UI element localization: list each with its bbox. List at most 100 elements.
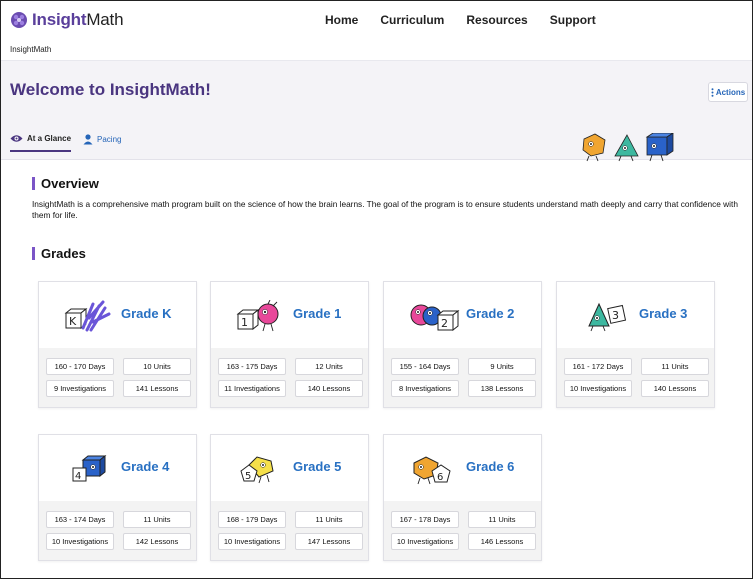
grade-name[interactable]: Grade 2 [466, 306, 514, 321]
grades-heading-text: Grades [41, 246, 86, 261]
heading-accent-bar [32, 177, 35, 190]
app-frame: InsightMath Home Curriculum Resources Su… [0, 0, 753, 579]
badge-text: K [69, 315, 77, 328]
card-header: 5 Grade 5 [211, 435, 368, 501]
badge-text: 4 [75, 471, 81, 482]
badge-text: 5 [245, 471, 251, 482]
tab-label: At a Glance [27, 134, 72, 143]
card-stats: 163 - 174 Days 11 Units 10 Investigation… [39, 501, 196, 560]
tab-pacing[interactable]: Pacing [83, 134, 121, 152]
grade-card-3[interactable]: 3 Grade 3 161 - 172 Days 11 Units 10 Inv… [556, 281, 715, 408]
investigations-pill: 10 Investigations [564, 380, 632, 397]
nav-home[interactable]: Home [325, 13, 358, 27]
grade-card-k[interactable]: K Grade K 160 - 170 Days 10 Units 9 Inve… [38, 281, 197, 408]
lessons-pill: 140 Lessons [641, 380, 709, 397]
page-header: Welcome to InsightMath! Actions At a Gla… [1, 61, 752, 162]
badge-text: 2 [441, 317, 448, 330]
badge-text: 3 [612, 309, 619, 322]
grade-name[interactable]: Grade 5 [293, 459, 341, 474]
investigations-pill: 11 Investigations [218, 380, 286, 397]
overview-heading: Overview [32, 176, 99, 191]
nav-resources[interactable]: Resources [466, 13, 527, 27]
heading-accent-bar [32, 247, 35, 260]
card-stats: 160 - 170 Days 10 Units 9 Investigations… [39, 348, 196, 407]
tab-at-a-glance[interactable]: At a Glance [10, 134, 72, 152]
eye-icon [10, 135, 23, 142]
units-pill: 9 Units [468, 358, 536, 375]
units-pill: 11 Units [123, 511, 191, 528]
investigations-pill: 10 Investigations [391, 533, 459, 550]
person-icon [83, 134, 93, 145]
card-stats: 168 - 179 Days 11 Units 10 Investigation… [211, 501, 368, 560]
grades-heading: Grades [32, 246, 86, 261]
badge-text: 6 [437, 472, 443, 483]
breadcrumb[interactable]: InsightMath [10, 45, 51, 54]
days-pill: 163 - 175 Days [218, 358, 286, 375]
grade-name[interactable]: Grade 3 [639, 306, 687, 321]
card-header: 2 Grade 2 [384, 282, 541, 348]
days-pill: 168 - 179 Days [218, 511, 286, 528]
card-header: 6 Grade 6 [384, 435, 541, 501]
grade-6-mascot-icon: 6 [413, 456, 451, 485]
grade-card-6[interactable]: 6 Grade 6 167 - 178 Days 11 Units 10 Inv… [383, 434, 542, 561]
actions-label: Actions [715, 87, 746, 97]
tab-label: Pacing [97, 135, 122, 144]
card-header: K Grade K [39, 282, 196, 348]
card-stats: 161 - 172 Days 11 Units 10 Investigation… [557, 348, 714, 407]
lessons-pill: 142 Lessons [123, 533, 191, 550]
grade-5-mascot-icon: 5 [240, 456, 274, 484]
grade-card-1[interactable]: 1 Grade 1 163 - 175 Days 12 Units 11 Inv… [210, 281, 369, 408]
tab-bar: At a Glance Pacing [10, 134, 121, 152]
brand-suffix: Math [86, 10, 124, 29]
units-pill: 11 Units [468, 511, 536, 528]
grade-4-mascot-icon: 4 [72, 454, 107, 482]
days-pill: 167 - 178 Days [391, 511, 459, 528]
logo-icon [11, 12, 27, 28]
actions-button[interactable]: Actions [708, 82, 748, 102]
days-pill: 160 - 170 Days [46, 358, 114, 375]
card-header: 1 Grade 1 [211, 282, 368, 348]
grade-3-mascot-icon: 3 [588, 302, 627, 332]
units-pill: 11 Units [641, 358, 709, 375]
investigations-pill: 10 Investigations [218, 533, 286, 550]
days-pill: 161 - 172 Days [564, 358, 632, 375]
days-pill: 163 - 174 Days [46, 511, 114, 528]
investigations-pill: 9 Investigations [46, 380, 114, 397]
card-stats: 163 - 175 Days 12 Units 11 Investigation… [211, 348, 368, 407]
mascot-illustration [582, 133, 674, 162]
units-pill: 12 Units [295, 358, 363, 375]
card-stats: 155 - 164 Days 9 Units 8 Investigations … [384, 348, 541, 407]
page-title: Welcome to InsightMath! [10, 80, 211, 99]
nav-support[interactable]: Support [550, 13, 596, 27]
grade-1-mascot-icon: 1 [236, 300, 279, 332]
units-pill: 10 Units [123, 358, 191, 375]
grade-card-4[interactable]: 4 Grade 4 163 - 174 Days 11 Units 10 Inv… [38, 434, 197, 561]
card-header: 4 Grade 4 [39, 435, 196, 501]
card-stats: 167 - 178 Days 11 Units 10 Investigation… [384, 501, 541, 560]
lessons-pill: 147 Lessons [295, 533, 363, 550]
grade-card-5[interactable]: 5 Grade 5 168 - 179 Days 11 Units 10 Inv… [210, 434, 369, 561]
grade-2-mascot-icon: 2 [410, 304, 460, 332]
kebab-icon [711, 87, 714, 97]
grade-name[interactable]: Grade 6 [466, 459, 514, 474]
brand-prefix: Insight [32, 10, 87, 29]
breadcrumb-bar [1, 38, 752, 61]
grade-name[interactable]: Grade K [121, 306, 172, 321]
badge-text: 1 [241, 316, 248, 329]
main-nav: Home Curriculum Resources Support [325, 13, 618, 27]
grade-k-mascot-icon: K [64, 300, 111, 332]
grade-card-2[interactable]: 2 Grade 2 155 - 164 Days 9 Units 8 Inves… [383, 281, 542, 408]
card-header: 3 Grade 3 [557, 282, 714, 348]
overview-heading-text: Overview [41, 176, 99, 191]
grade-name[interactable]: Grade 4 [121, 459, 169, 474]
days-pill: 155 - 164 Days [391, 358, 459, 375]
investigations-pill: 10 Investigations [46, 533, 114, 550]
lessons-pill: 141 Lessons [123, 380, 191, 397]
brand-name: InsightMath [32, 10, 124, 30]
logo[interactable]: InsightMath [10, 10, 124, 30]
overview-text: InsightMath is a comprehensive math prog… [32, 199, 738, 220]
top-nav: InsightMath Home Curriculum Resources Su… [1, 1, 752, 39]
grade-name[interactable]: Grade 1 [293, 306, 341, 321]
investigations-pill: 8 Investigations [391, 380, 459, 397]
nav-curriculum[interactable]: Curriculum [380, 13, 444, 27]
